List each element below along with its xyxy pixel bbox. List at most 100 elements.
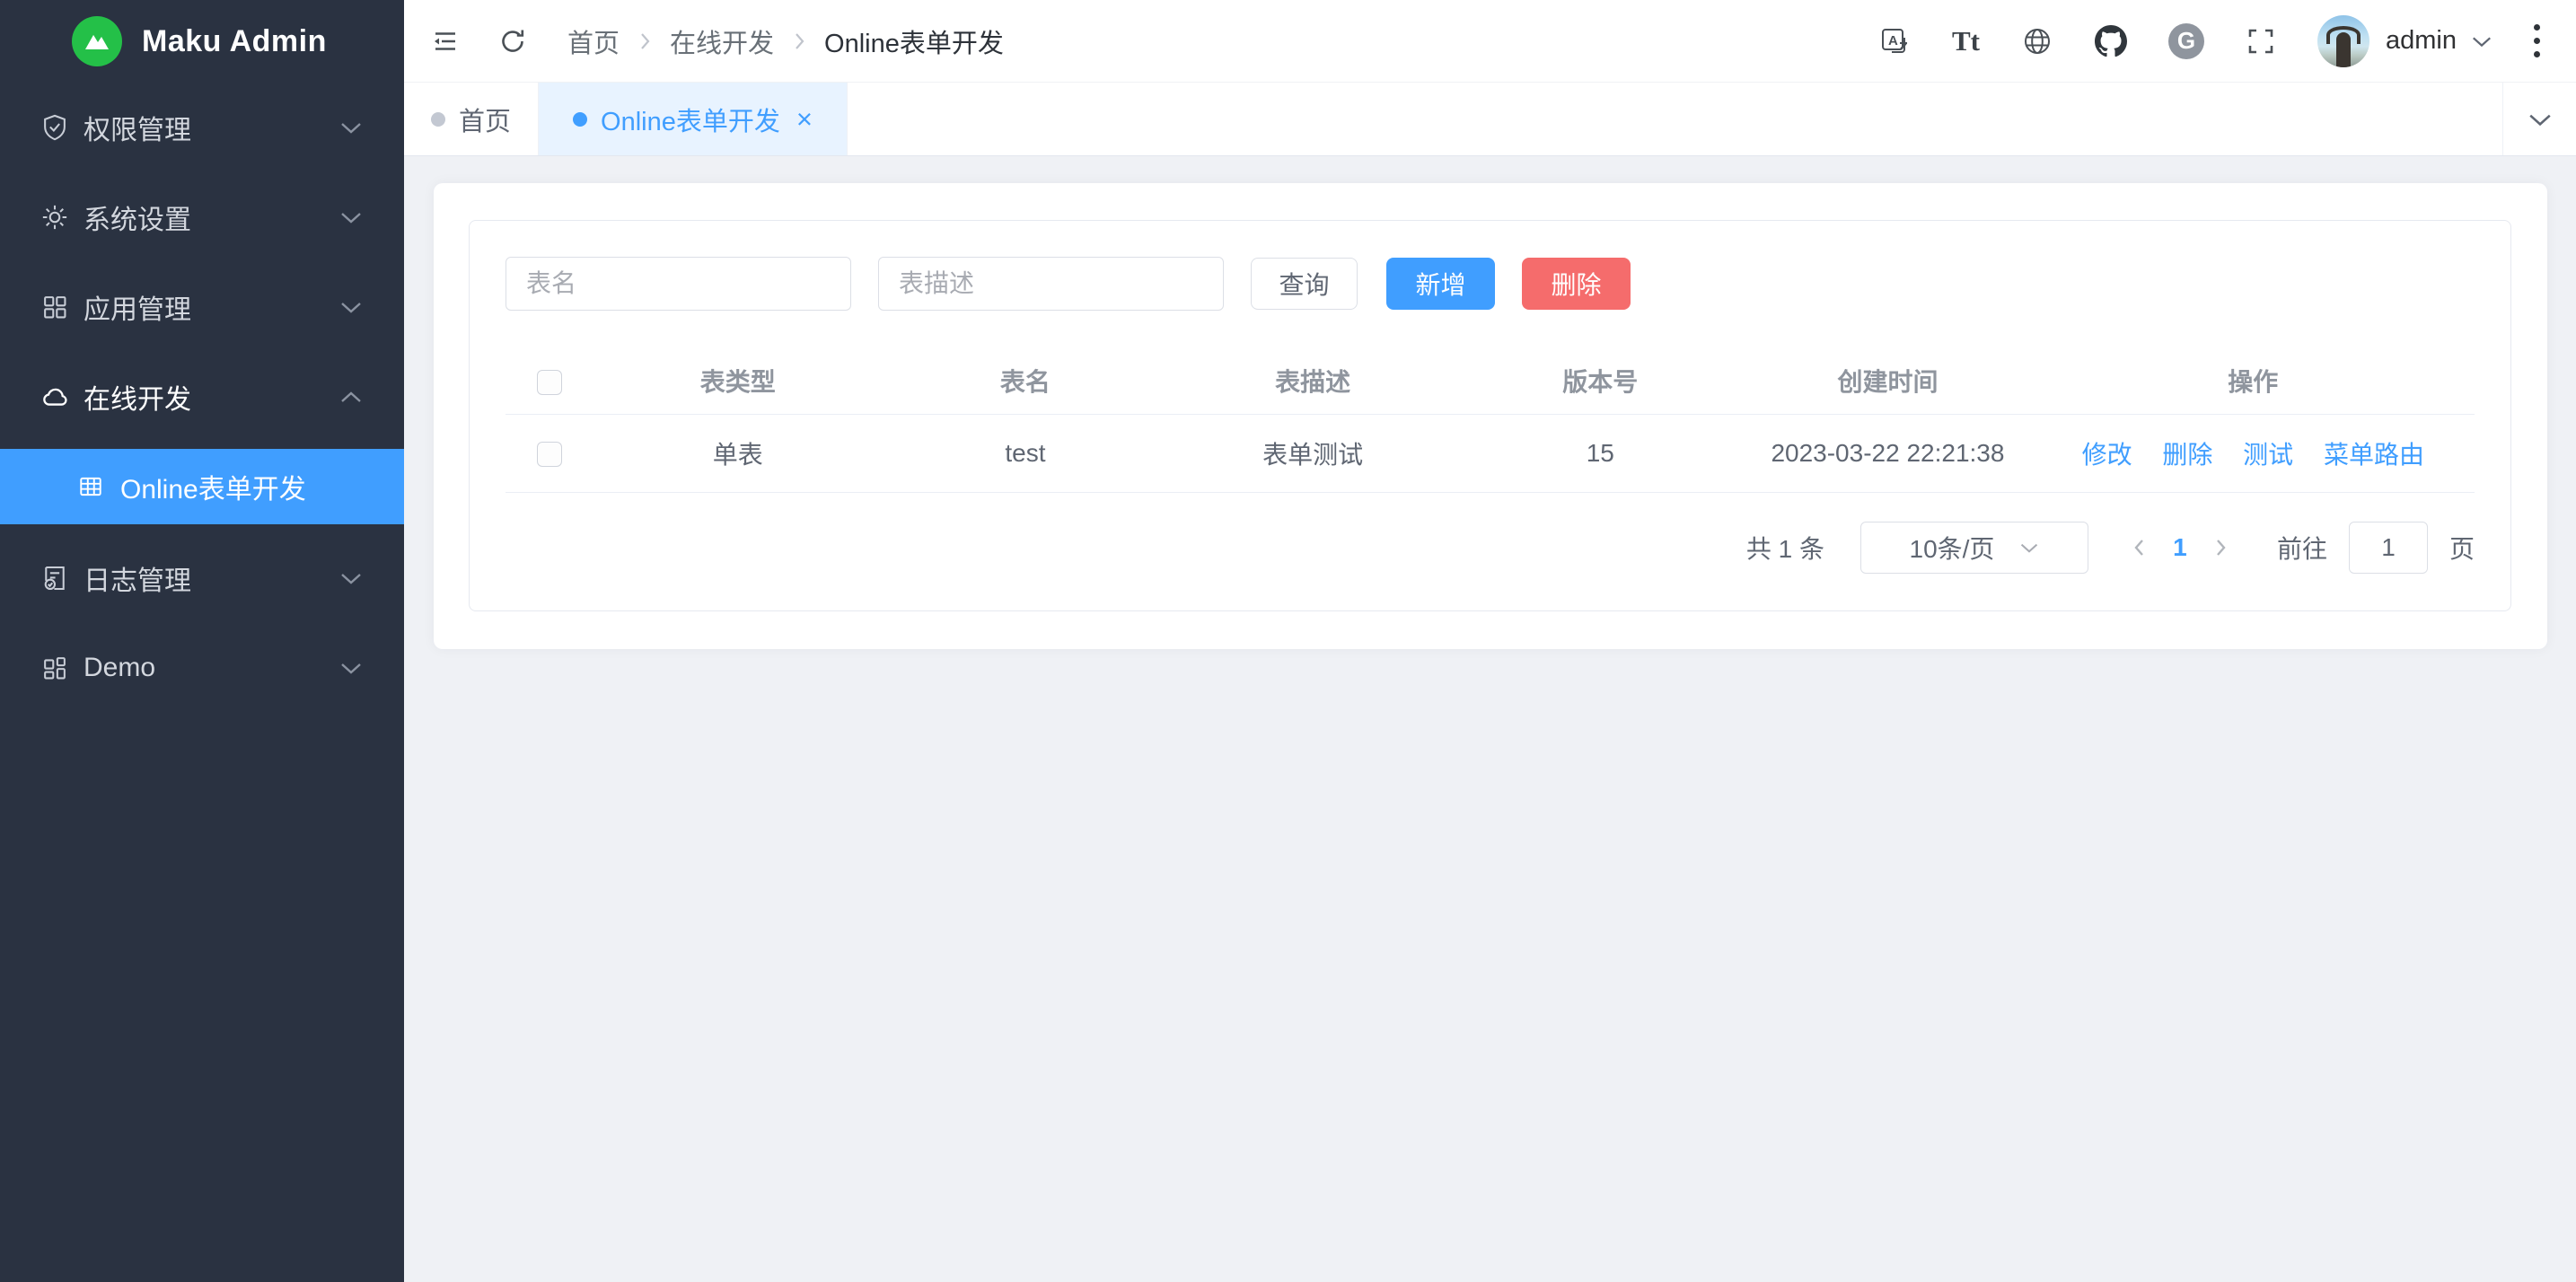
chevron-right-icon [792,31,806,52]
app-logo[interactable]: Maku Admin [0,0,404,83]
goto-label: 前往 [2277,530,2327,566]
shield-check-icon [40,113,69,142]
chevron-down-icon [339,300,363,314]
query-form: 查询 新增 删除 [506,257,2475,311]
goto-page-input[interactable] [2349,522,2428,574]
tab-bar: 首页 Online表单开发 × [404,83,2576,156]
tab-online-form-dev[interactable]: Online表单开发 × [539,83,848,155]
sidebar-item-app-management[interactable]: 应用管理 [0,262,404,352]
chevron-down-icon [339,210,363,224]
delete-button[interactable]: 删除 [1522,258,1631,310]
chevron-down-icon [339,120,363,135]
row-checkbox[interactable] [537,442,562,467]
sidebar-menu: 权限管理 系统设置 应用管理 [0,83,404,713]
content-area: 查询 新增 删除 表类型 表名 表描述 [404,156,2576,1282]
cell-created-time: 2023-03-22 22:21:38 [1744,414,2031,492]
breadcrumb-home[interactable]: 首页 [567,22,620,60]
cell-table-name: test [882,414,1169,492]
close-icon[interactable]: × [796,105,813,133]
sidebar-item-log-management[interactable]: 日志管理 [0,533,404,623]
sidebar-item-label: 在线开发 [84,377,191,417]
top-header: 首页 在线开发 Online表单开发 A Tt G [404,0,2576,83]
sidebar-item-permissions[interactable]: 权限管理 [0,83,404,172]
sidebar-collapse-icon[interactable] [429,25,462,57]
cell-table-desc: 表单测试 [1169,414,1456,492]
demo-grid-icon [40,654,69,682]
chevron-down-icon [339,661,363,675]
sidebar-item-system-settings[interactable]: 系统设置 [0,172,404,262]
column-header-created: 创建时间 [1744,348,2031,414]
sidebar-item-online-form-dev[interactable]: Online表单开发 [0,449,404,524]
table-desc-input[interactable] [878,257,1224,311]
user-menu[interactable]: admin [2386,26,2492,56]
page-size-select[interactable]: 10条/页 [1860,522,2088,574]
tab-options-dropdown[interactable] [2502,83,2576,155]
search-button[interactable]: 查询 [1251,258,1358,310]
globe-icon[interactable] [2021,25,2053,57]
svg-text:A: A [1888,33,1898,48]
sidebar-item-label: Online表单开发 [120,467,306,506]
column-header-version: 版本号 [1456,348,1744,414]
column-header-type: 表类型 [594,348,882,414]
avatar[interactable] [2317,15,2369,67]
sidebar-item-label: 系统设置 [84,198,191,237]
pagination: 共 1 条 10条/页 1 前往 [506,522,2475,574]
select-all-checkbox[interactable] [537,370,562,395]
font-size-icon[interactable]: Tt [1952,25,1980,57]
cell-operations: 修改 删除 测试 菜单路由 [2032,414,2475,492]
table-row: 单表 test 表单测试 15 2023-03-22 22:21:38 修改 删… [506,414,2475,492]
table-card: 查询 新增 删除 表类型 表名 表描述 [469,220,2511,611]
edit-link[interactable]: 修改 [2082,441,2132,469]
table-header-row: 表类型 表名 表描述 版本号 创建时间 操作 [506,348,2475,414]
app-grid-icon [40,293,69,321]
log-doc-icon [40,564,69,593]
tab-home[interactable]: 首页 [404,83,539,155]
refresh-icon[interactable] [497,26,528,57]
sidebar-item-label: 应用管理 [84,287,191,327]
tab-label: 首页 [459,101,511,138]
breadcrumb-online-dev[interactable]: 在线开发 [670,22,774,60]
menu-route-link[interactable]: 菜单路由 [2324,441,2424,469]
username: admin [2386,26,2457,56]
chevron-down-icon [2019,541,2039,554]
github-icon[interactable] [2095,25,2127,57]
sidebar-item-demo[interactable]: Demo [0,623,404,713]
column-header-name: 表名 [882,348,1169,414]
next-page-icon[interactable] [2200,537,2241,558]
gitee-letter: G [2177,27,2195,55]
chevron-right-icon [637,31,652,52]
add-button[interactable]: 新增 [1386,258,1495,310]
app-title: Maku Admin [142,24,327,59]
test-link[interactable]: 测试 [2243,441,2293,469]
sidebar-submenu-online-dev: Online表单开发 [0,442,404,533]
tab-label: Online表单开发 [601,101,780,138]
fullscreen-icon[interactable] [2246,26,2276,57]
sidebar: Maku Admin 权限管理 系统设置 应用管理 [0,0,404,1282]
page-unit-label: 页 [2449,530,2475,566]
column-header-desc: 表描述 [1169,348,1456,414]
sidebar-item-label: Demo [84,653,155,683]
chevron-down-icon [2528,111,2553,127]
breadcrumb-current: Online表单开发 [824,22,1004,60]
chevron-down-icon [2471,34,2492,48]
delete-link[interactable]: 删除 [2162,441,2212,469]
data-table: 表类型 表名 表描述 版本号 创建时间 操作 单表 test [506,348,2475,493]
breadcrumb: 首页 在线开发 Online表单开发 [567,22,1004,60]
total-count: 共 1 条 [1746,530,1824,566]
kebab-menu-icon[interactable] [2534,24,2540,57]
prev-page-icon[interactable] [2119,537,2160,558]
cell-table-type: 单表 [594,414,882,492]
table-icon [77,473,104,500]
page-number-1[interactable]: 1 [2160,533,2200,562]
page-size-value: 10条/页 [1910,530,1995,566]
column-header-ops: 操作 [2032,348,2475,414]
sidebar-item-label: 权限管理 [84,108,191,147]
logo-mountain-icon [72,16,122,66]
translate-icon[interactable]: A [1878,25,1911,57]
table-name-input[interactable] [506,257,851,311]
cell-version: 15 [1456,414,1744,492]
gitee-icon[interactable]: G [2168,23,2204,59]
gear-icon [40,203,69,232]
sidebar-item-online-dev[interactable]: 在线开发 [0,352,404,442]
chevron-down-icon [339,571,363,585]
